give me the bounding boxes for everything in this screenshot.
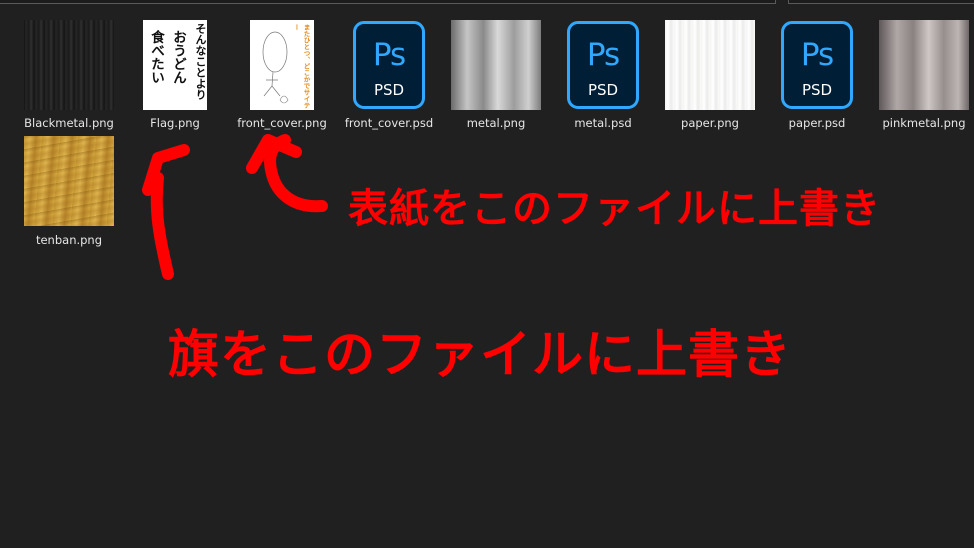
arrow-to-flag-head xyxy=(142,144,190,196)
annotation-overwrite-flag: 旗をこのファイルに上書き xyxy=(168,326,793,385)
annotation-overwrite-cover: 表紙をこのファイルに上書き xyxy=(348,186,881,232)
arrow-to-flag xyxy=(150,172,174,280)
annotation-arrows xyxy=(142,134,328,280)
